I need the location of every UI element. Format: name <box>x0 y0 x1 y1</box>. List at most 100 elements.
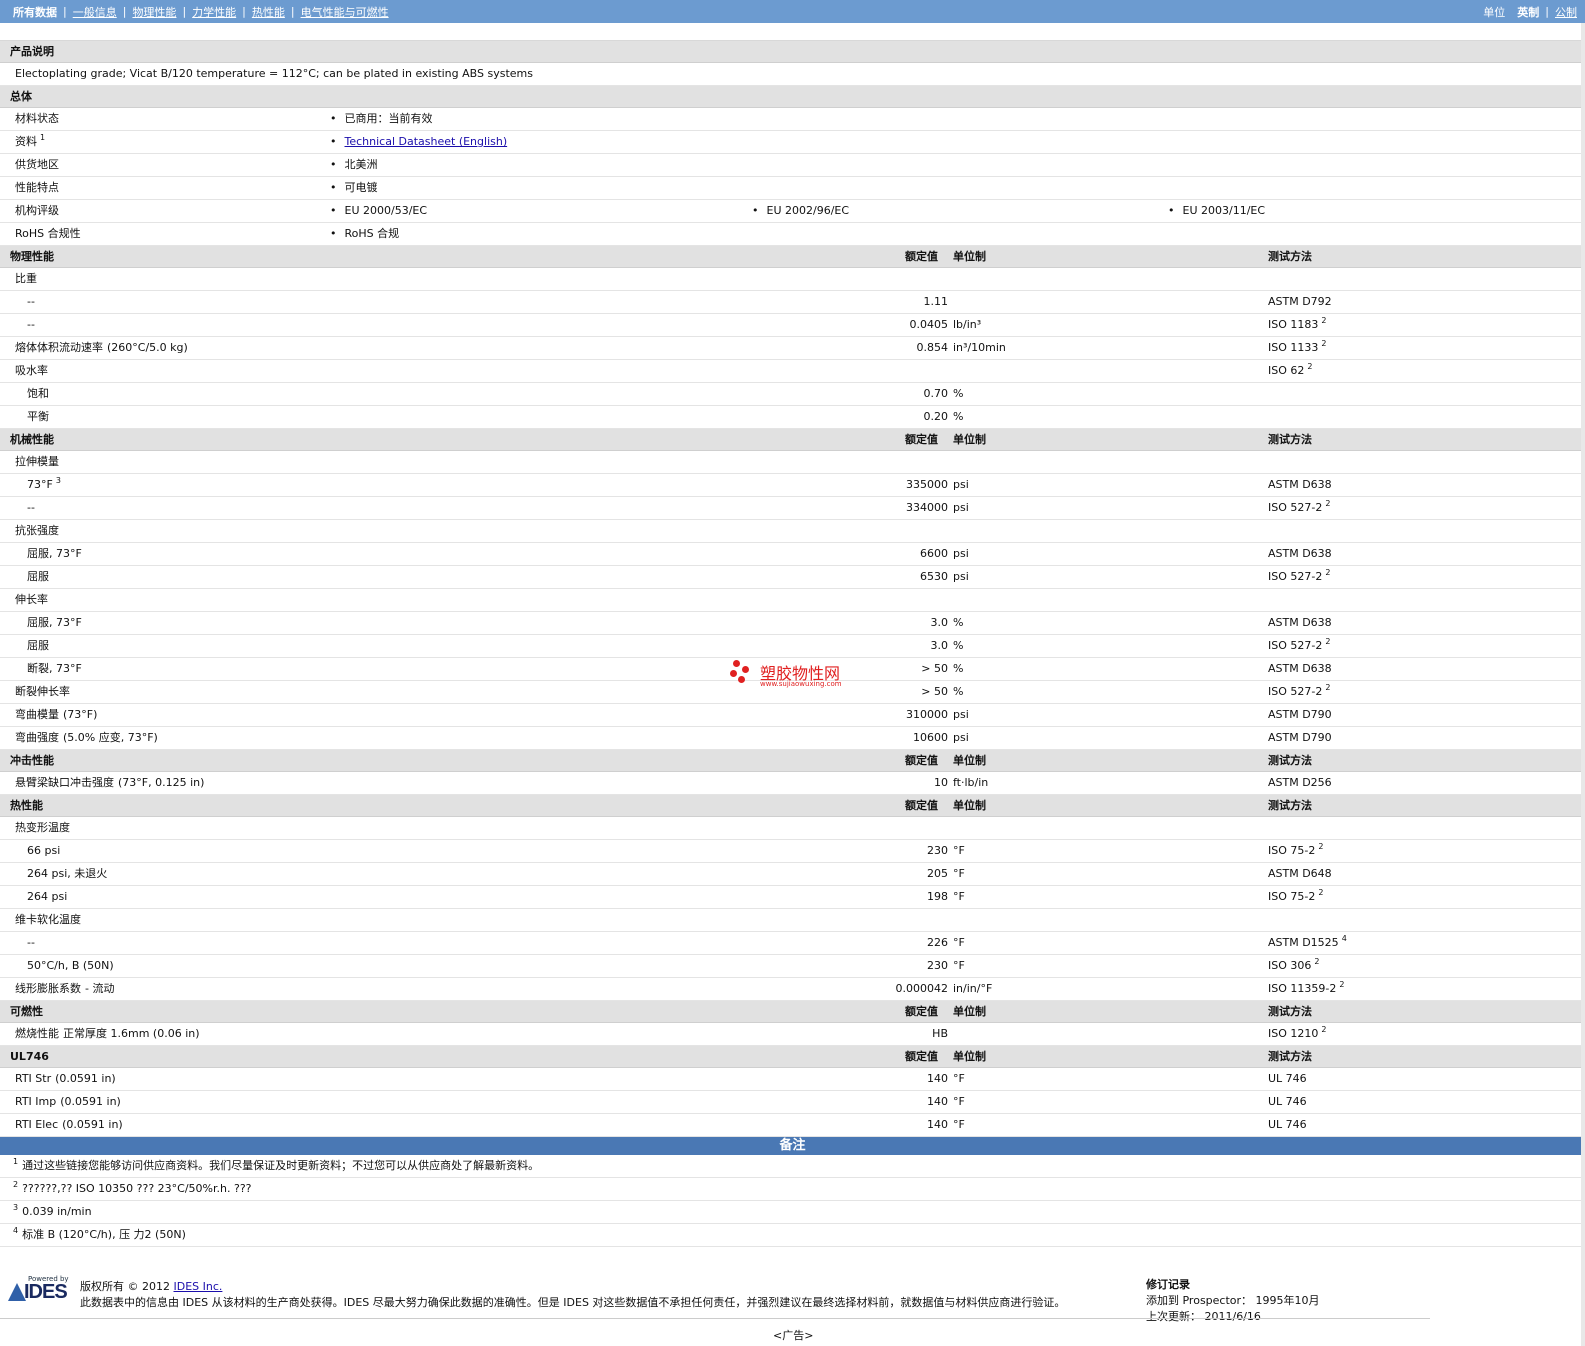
column-header-method: 测试方法 <box>1268 754 1312 767</box>
property-row: 比重 <box>0 268 1585 291</box>
property-label: 燃烧性能 正常厚度 1.6mm (0.06 in) <box>15 1023 200 1045</box>
footnote-ref: 2 <box>1321 1025 1327 1034</box>
property-row: -- 0.0405 lb/in³ ISO 1183 2 <box>0 314 1585 337</box>
footnote-ref: 2 <box>1321 316 1327 325</box>
property-row: 热变形温度 <box>0 817 1585 840</box>
footnote-ref: 3 <box>55 476 61 485</box>
nav-separator: | <box>122 5 127 18</box>
property-value: 6600 <box>920 547 948 560</box>
note-text: 0.039 in/min <box>22 1205 92 1218</box>
property-name: 73°F <box>27 478 53 491</box>
general-value: 北美洲 <box>330 154 378 176</box>
nav-link[interactable]: 所有数据 <box>13 4 57 20</box>
footnote-ref: 2 <box>1325 499 1331 508</box>
nav-separator: | <box>1545 5 1549 18</box>
scrollbar[interactable] <box>1581 23 1585 1346</box>
property-label: 屈服, 73°F <box>27 612 82 634</box>
general-label: 材料状态 <box>15 112 59 125</box>
property-condition: (73°F) <box>63 708 98 721</box>
property-row: 燃烧性能 正常厚度 1.6mm (0.06 in) HB ISO 1210 2 <box>0 1023 1585 1046</box>
property-value: 140 <box>927 1118 948 1131</box>
section-header: 物理性能 额定值 单位制 测试方法 <box>0 246 1585 268</box>
property-label: 比重 <box>15 268 37 290</box>
nav-link[interactable]: 物理性能 <box>132 4 176 20</box>
property-unit: psi <box>953 547 969 560</box>
property-row: 264 psi, 未退火 205 °F ASTM D648 <box>0 863 1585 886</box>
property-unit: ft·lb/in <box>953 776 989 789</box>
property-label: -- <box>27 932 35 954</box>
property-value: 230 <box>927 844 948 857</box>
property-unit: lb/in³ <box>953 318 982 331</box>
property-label: 屈服, 73°F <box>27 543 82 565</box>
footnote-ref: 2 <box>1325 683 1331 692</box>
property-condition: (5.0% 应变, 73°F) <box>63 731 158 744</box>
test-method: ISO 1183 2 <box>1268 316 1327 331</box>
property-condition: (73°F, 0.125 in) <box>118 776 205 789</box>
nav-link[interactable]: 电气性能与可燃性 <box>301 4 389 20</box>
column-header-value: 额定值 <box>905 1050 938 1063</box>
notes-title: 备注 <box>0 1137 1585 1155</box>
ides-link[interactable]: IDES Inc. <box>174 1280 223 1293</box>
column-header-value: 额定值 <box>905 433 938 446</box>
property-label: RTI Elec (0.0591 in) <box>15 1114 123 1136</box>
property-label: 断裂, 73°F <box>27 658 82 680</box>
property-unit: psi <box>953 731 969 744</box>
general-value: EU 2003/11/EC <box>1168 200 1266 222</box>
property-label: 热变形温度 <box>15 817 70 839</box>
property-row: 伸长率 <box>0 589 1585 612</box>
property-row: 弯曲模量 (73°F) 310000 psi ASTM D790 <box>0 704 1585 727</box>
property-unit: °F <box>953 959 965 972</box>
column-header-method: 测试方法 <box>1268 1005 1312 1018</box>
property-unit: in/in/°F <box>953 982 993 995</box>
nav-link[interactable]: 一般信息 <box>73 4 117 20</box>
property-row: 平衡 0.20% <box>0 406 1585 429</box>
section-title: 物理性能 <box>10 250 54 263</box>
property-name: 50°C/h, B (50N) <box>27 959 114 972</box>
property-label: 50°C/h, B (50N) <box>27 955 114 977</box>
property-value: HB <box>932 1027 948 1040</box>
property-label: 伸长率 <box>15 589 48 611</box>
test-method: UL 746 <box>1268 1095 1307 1108</box>
property-label: 维卡软化温度 <box>15 909 81 931</box>
property-label: 抗张强度 <box>15 520 59 542</box>
general-value: 可电镀 <box>330 177 378 199</box>
test-method: ASTM D638 <box>1268 616 1332 629</box>
column-header-method: 测试方法 <box>1268 799 1312 812</box>
property-unit: °F <box>953 1118 965 1131</box>
property-value: 1.11 <box>923 295 949 308</box>
nav-separator: | <box>242 5 246 18</box>
property-name: 屈服 <box>27 570 49 583</box>
property-name: 264 psi, 未退火 <box>27 867 108 880</box>
property-condition: (0.0591 in) <box>62 1118 123 1131</box>
general-label: 资料 1 <box>15 133 46 148</box>
property-value: 0.20 <box>923 410 949 423</box>
property-value: 0.0405 <box>909 318 949 331</box>
note-number: 3 <box>13 1203 19 1212</box>
general-row: 机构评级 EU 2000/53/EC EU 2002/96/EC EU 2003/11… <box>0 200 1585 223</box>
property-condition: (0.0591 in) <box>60 1095 121 1108</box>
nav-link[interactable]: 力学性能 <box>192 4 236 20</box>
ides-logo[interactable]: Powered by IDES <box>8 1275 70 1307</box>
property-row: 屈服, 73°F 6600 psi ASTM D638 <box>0 543 1585 566</box>
nav-link[interactable]: 热性能 <box>252 4 285 20</box>
general-row: 资料1 Technical Datasheet (English) <box>0 131 1585 154</box>
property-name: 屈服, 73°F <box>27 547 82 560</box>
property-name: 饱和 <box>27 387 49 400</box>
datasheet-link[interactable]: Technical Datasheet (English) <box>345 135 508 148</box>
property-label: RTI Imp (0.0591 in) <box>15 1091 121 1113</box>
test-method: ASTM D790 <box>1268 708 1332 721</box>
property-value: 140 <box>927 1072 948 1085</box>
property-row: -- 1.11 ASTM D792 <box>0 291 1585 314</box>
property-row: 拉伸模量 <box>0 451 1585 474</box>
property-label: RTI Str (0.0591 in) <box>15 1068 116 1090</box>
property-value: 226 <box>927 936 948 949</box>
unit-option[interactable]: 英制 <box>1517 4 1539 20</box>
general-row: 材料状态 已商用：当前有效 <box>0 108 1585 131</box>
unit-option[interactable]: 公制 <box>1555 4 1577 20</box>
property-row: -- 226 °F ASTM D1525 4 <box>0 932 1585 955</box>
property-name: 抗张强度 <box>15 524 59 537</box>
property-condition: - 流动 <box>85 982 115 995</box>
section-title: 机械性能 <box>10 433 54 446</box>
property-label: 264 psi <box>27 886 67 908</box>
note-number: 4 <box>13 1226 19 1235</box>
